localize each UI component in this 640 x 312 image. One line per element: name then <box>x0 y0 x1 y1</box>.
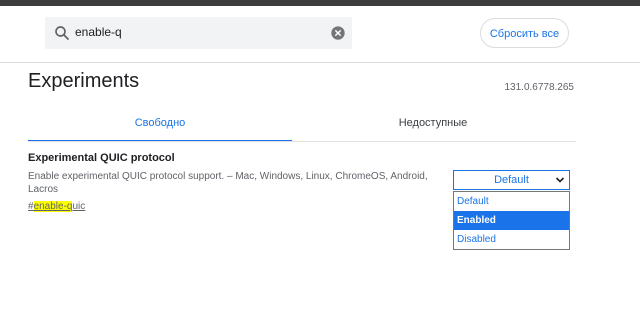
flags-header: enable-q Сбросить все <box>0 6 640 63</box>
experiment-select-value: Default <box>494 174 529 186</box>
search-icon <box>55 26 69 40</box>
experiment-select[interactable]: Default <box>453 170 570 190</box>
tab-bar: Свободно Недоступные <box>28 110 576 142</box>
search-box[interactable]: enable-q <box>45 17 352 49</box>
search-input[interactable]: enable-q <box>75 25 122 39</box>
reset-all-button[interactable]: Сбросить все <box>480 18 569 48</box>
experiment-link-rest: uic <box>72 201 86 212</box>
version-label: 131.0.6778.265 <box>504 82 574 93</box>
experiment-title: Experimental QUIC protocol <box>28 152 175 164</box>
experiment-dropdown: Default Enabled Disabled <box>453 191 570 250</box>
experiment-description: Enable experimental QUIC protocol suppor… <box>28 171 428 195</box>
page-title: Experiments <box>28 70 140 92</box>
tabs-divider <box>28 141 576 142</box>
clear-search-icon[interactable] <box>330 25 346 41</box>
option-enabled[interactable]: Enabled <box>454 211 569 230</box>
chevron-down-icon <box>555 177 565 183</box>
experiment-link-highlight: enable-q <box>33 201 73 212</box>
tab-unavailable[interactable]: Недоступные <box>298 110 568 140</box>
option-default[interactable]: Default <box>454 192 569 211</box>
experiment-link[interactable]: #enable-quic <box>28 201 85 212</box>
tab-available[interactable]: Свободно <box>28 110 292 142</box>
option-disabled[interactable]: Disabled <box>454 230 569 249</box>
experiment-link-prefix: # <box>28 201 34 212</box>
